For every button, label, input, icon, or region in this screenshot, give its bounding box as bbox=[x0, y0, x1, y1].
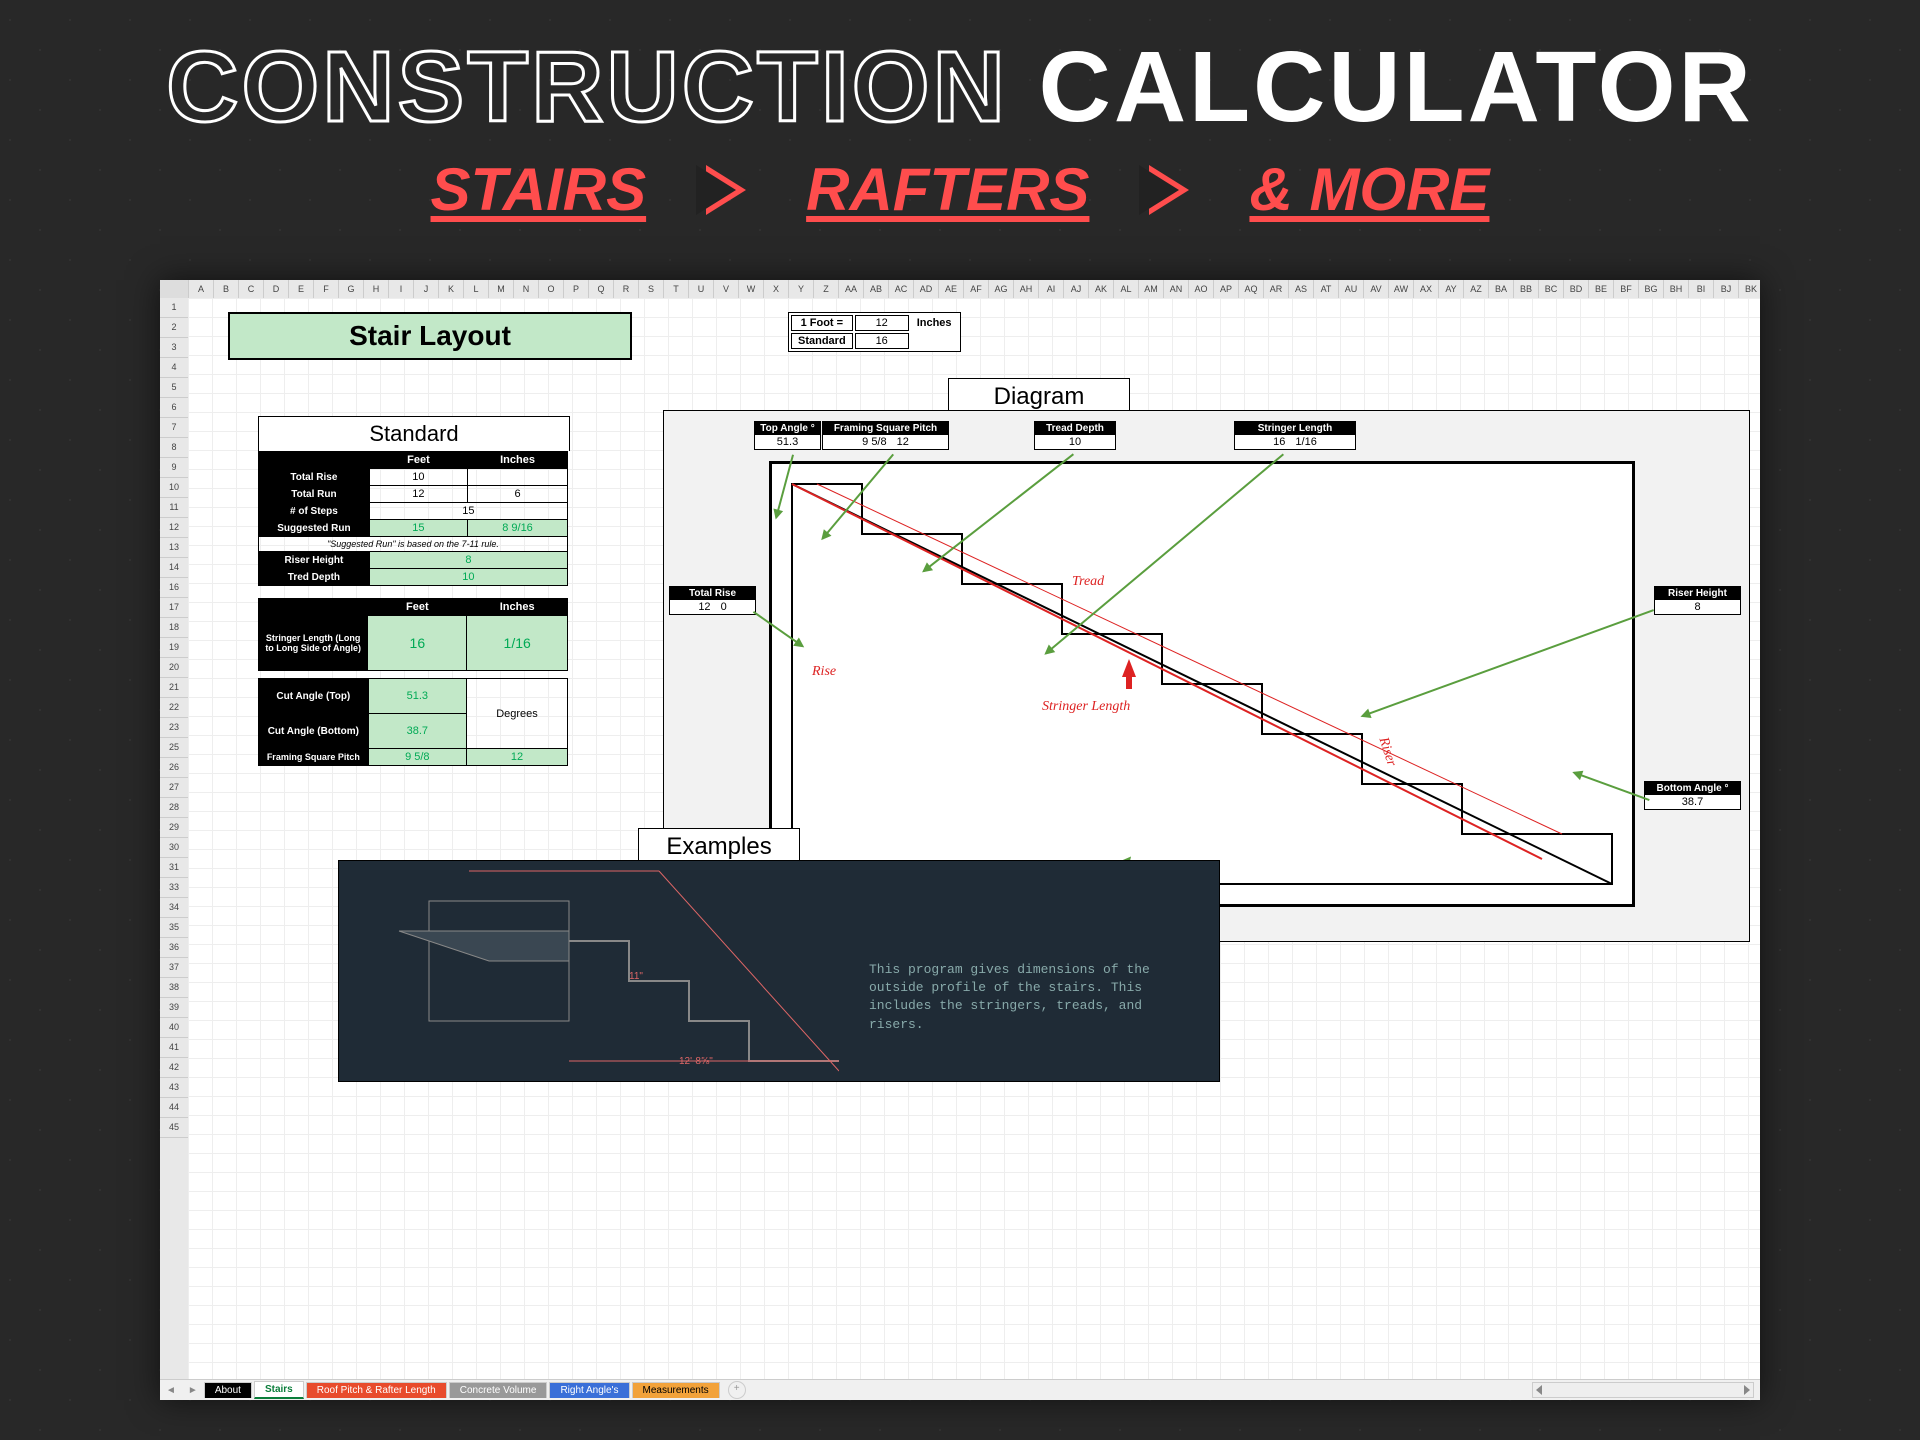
cell-total-run-feet[interactable]: 12 bbox=[369, 486, 467, 503]
total-rise-box: Total Rise120 bbox=[669, 586, 756, 615]
stringer-length-box: Stringer Length161/16 bbox=[1234, 421, 1356, 450]
riser-height-box: Riser Height8 bbox=[1654, 586, 1741, 615]
sheet-grid[interactable]: Stair Layout 1 Foot =12Inches Standard16… bbox=[188, 298, 1760, 1380]
sheet-tabs: ◄ ► About Stairs Roof Pitch & Rafter Len… bbox=[160, 1379, 1760, 1400]
stringer-block: FeetInches Stringer Length (Long to Long… bbox=[258, 598, 568, 671]
fsp-box: Framing Square Pitch9 5/812 bbox=[822, 421, 949, 450]
column-headers[interactable]: ABCDEFGHIJKLMNOPQRSTUVWXYZAAABACADAEAFAG… bbox=[160, 280, 1760, 299]
chevron-right-icon bbox=[1149, 165, 1189, 215]
chevron-right-icon bbox=[706, 165, 746, 215]
tab-right-angles[interactable]: Right Angle's bbox=[549, 1382, 629, 1398]
spreadsheet-window: ABCDEFGHIJKLMNOPQRSTUVWXYZAAABACADAEAFAG… bbox=[160, 280, 1760, 1400]
dim-label: 11" bbox=[629, 971, 643, 982]
angles-block: Cut Angle (Top)51.3Degrees Cut Angle (Bo… bbox=[258, 678, 568, 766]
sub-rafters: RAFTERS bbox=[806, 155, 1089, 224]
bottom-angle-box: Bottom Angle °38.7 bbox=[1644, 781, 1741, 810]
tab-about[interactable]: About bbox=[204, 1382, 252, 1398]
sub-stairs: STAIRS bbox=[431, 155, 647, 224]
stair-diagram: Rise Run Tread Riser Stringer Length bbox=[769, 461, 1635, 907]
sheet-title: Stair Layout bbox=[228, 312, 632, 360]
examples-description: This program gives dimensions of the out… bbox=[869, 961, 1169, 1034]
tread-depth-box: Tread Depth10 bbox=[1034, 421, 1116, 450]
cell-total-rise-feet[interactable]: 10 bbox=[369, 469, 467, 486]
subtitle-row: STAIRS RAFTERS & MORE bbox=[0, 155, 1920, 224]
standard-block: Standard FeetInches Total Rise10 Total R… bbox=[258, 416, 570, 586]
standard-title: Standard bbox=[258, 416, 570, 451]
examples-panel: 11" 12'-8⅝" This program gives dimension… bbox=[338, 860, 1220, 1082]
sub-more: & MORE bbox=[1249, 155, 1489, 224]
tab-roof[interactable]: Roof Pitch & Rafter Length bbox=[306, 1382, 447, 1398]
rise-label: Rise bbox=[812, 664, 836, 680]
up-arrow-icon bbox=[1122, 659, 1136, 677]
tab-measurements[interactable]: Measurements bbox=[632, 1382, 720, 1398]
main-title: CONSTRUCTION CALCULATOR bbox=[0, 30, 1920, 145]
tab-nav-prev-icon[interactable]: ◄ bbox=[160, 1385, 182, 1396]
dim-label: 12'-8⅝" bbox=[679, 1056, 713, 1067]
units-table: 1 Foot =12Inches Standard16 bbox=[788, 312, 961, 352]
add-sheet-button[interactable]: + bbox=[728, 1381, 746, 1399]
top-angle-box: Top Angle °51.3 bbox=[754, 421, 821, 450]
horizontal-scrollbar[interactable] bbox=[1532, 1382, 1754, 1398]
tab-concrete[interactable]: Concrete Volume bbox=[449, 1382, 548, 1398]
tab-nav-next-icon[interactable]: ► bbox=[182, 1385, 204, 1396]
tab-stairs[interactable]: Stairs bbox=[254, 1381, 304, 1399]
tread-label: Tread bbox=[1072, 574, 1104, 590]
hero: CONSTRUCTION CALCULATOR STAIRS RAFTERS &… bbox=[0, 0, 1920, 234]
row-headers[interactable]: 1234567891011121314161718192021222325262… bbox=[160, 298, 189, 1380]
stringer-length-label: Stringer Length bbox=[1042, 699, 1130, 715]
